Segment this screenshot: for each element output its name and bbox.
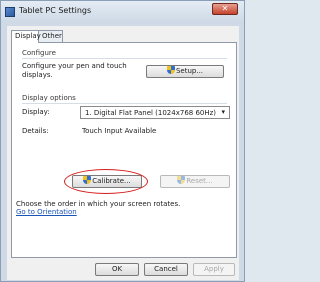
go-to-orientation-link[interactable]: Go to Orientation bbox=[16, 208, 77, 216]
cancel-button[interactable]: Cancel bbox=[144, 263, 188, 276]
configure-group-label: Configure bbox=[22, 49, 56, 57]
window-title: Tablet PC Settings bbox=[19, 6, 92, 15]
dialog-client-area: Display Other Configure Configure your p… bbox=[7, 26, 239, 280]
reset-button-label: Reset... bbox=[186, 177, 213, 185]
tablet-pc-settings-window: Tablet PC Settings ✕ Display Other Confi… bbox=[0, 0, 245, 282]
apply-button[interactable]: Apply bbox=[193, 263, 235, 276]
chevron-down-icon: ▾ bbox=[221, 108, 225, 116]
reset-button[interactable]: Reset... bbox=[160, 175, 230, 188]
uac-shield-icon bbox=[166, 66, 175, 74]
display-select[interactable]: 1. Digital Flat Panel (1024x768 60Hz) ▾ bbox=[80, 106, 230, 119]
display-label: Display: bbox=[22, 108, 50, 116]
details-label: Details: bbox=[22, 127, 49, 135]
display-options-group-label: Display options bbox=[22, 94, 76, 102]
title-bar[interactable]: Tablet PC Settings ✕ bbox=[1, 1, 244, 23]
ok-button[interactable]: OK bbox=[95, 263, 139, 276]
tablet-pc-icon bbox=[5, 7, 15, 17]
close-button[interactable]: ✕ bbox=[212, 3, 238, 15]
configure-divider bbox=[22, 58, 227, 59]
tab-display[interactable]: Display bbox=[11, 30, 41, 43]
setup-button-label: Setup... bbox=[175, 67, 204, 75]
setup-button[interactable]: Setup... bbox=[146, 65, 224, 78]
configure-description-line2: displays. bbox=[22, 71, 53, 79]
display-options-divider bbox=[22, 103, 227, 104]
display-tab-panel: Configure Configure your pen and touch d… bbox=[11, 42, 237, 258]
display-select-value: 1. Digital Flat Panel (1024x768 60Hz) bbox=[85, 109, 217, 117]
calibrate-highlight-ring bbox=[64, 169, 148, 194]
orientation-description: Choose the order in which your screen ro… bbox=[16, 200, 181, 208]
details-value: Touch Input Available bbox=[82, 127, 157, 135]
uac-shield-icon bbox=[177, 176, 186, 184]
configure-description-line1: Configure your pen and touch bbox=[22, 62, 127, 70]
tab-other[interactable]: Other bbox=[38, 30, 63, 42]
